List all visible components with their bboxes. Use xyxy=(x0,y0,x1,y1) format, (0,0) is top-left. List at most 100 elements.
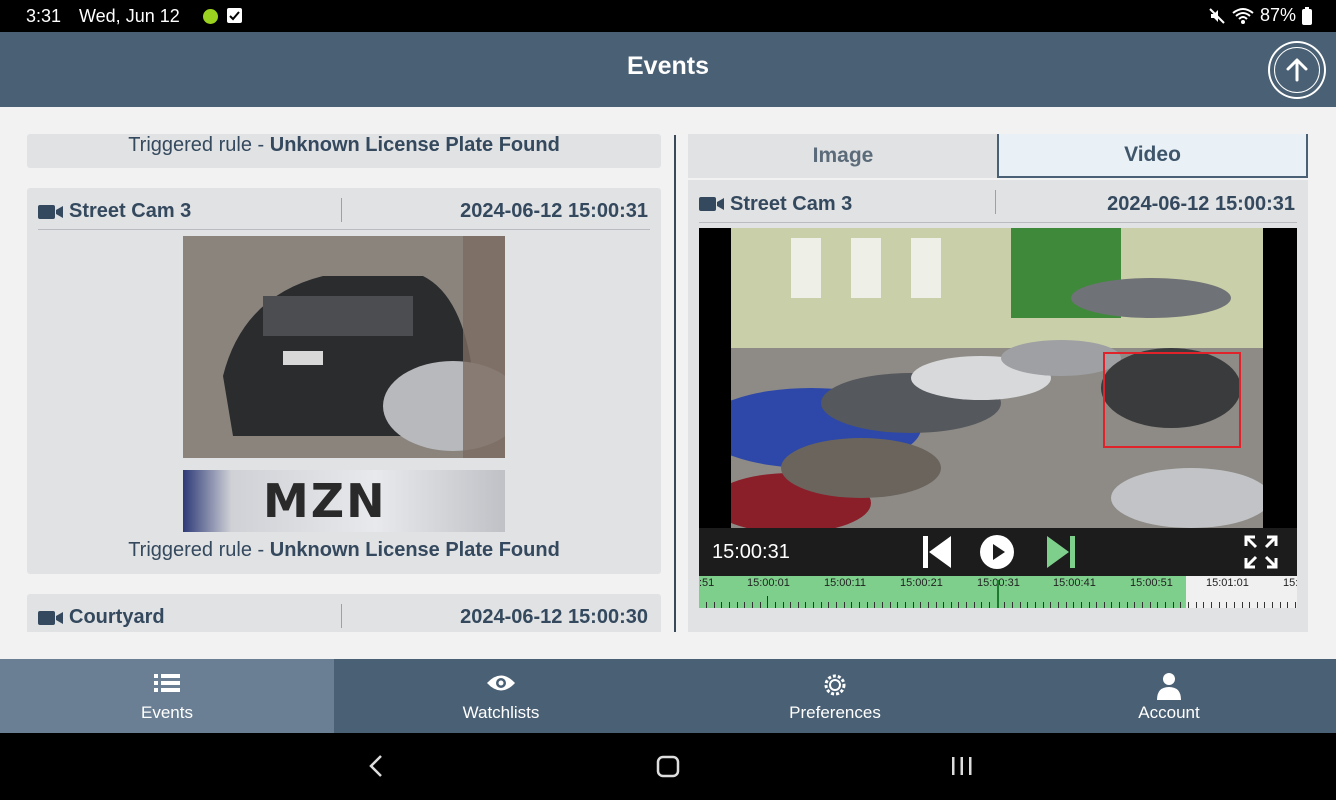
timeline-tick xyxy=(920,602,922,608)
timeline-tick xyxy=(935,602,937,608)
timeline-tick xyxy=(866,602,868,608)
timeline-tick xyxy=(989,602,991,608)
timeline-tick xyxy=(1034,602,1036,608)
timeline-tick xyxy=(943,602,945,608)
timeline-tick xyxy=(1111,602,1113,608)
timeline-tick xyxy=(843,602,845,608)
vehicle-snapshot[interactable] xyxy=(183,236,505,458)
timeline-tick xyxy=(1203,602,1205,608)
timeline-label: :51 xyxy=(699,577,715,589)
timeline-tick xyxy=(874,602,876,608)
video-frame xyxy=(731,228,1263,528)
timeline-tick xyxy=(904,602,906,608)
event-timestamp: 2024-06-12 15:00:31 xyxy=(460,200,648,222)
timeline-tick xyxy=(790,602,792,608)
nav-events[interactable]: Events xyxy=(0,659,334,733)
timeline-label: 15:00:01 xyxy=(747,577,790,589)
status-time: 3:31 xyxy=(26,6,62,26)
timeline-tick xyxy=(966,602,968,608)
timeline-tick xyxy=(1165,602,1166,608)
divider xyxy=(995,190,996,214)
tab-video[interactable]: Video xyxy=(997,134,1308,178)
nav-account[interactable]: Account xyxy=(1002,659,1336,733)
event-card-header: Street Cam 3 2024-06-12 15:00:31 xyxy=(38,188,650,230)
event-timestamp: 2024-06-12 15:00:31 xyxy=(1107,193,1295,215)
timeline-label: 15:00:11 xyxy=(824,577,867,589)
timeline-label: 15:00:41 xyxy=(1053,577,1096,589)
timeline-tick xyxy=(927,602,929,608)
timeline-tick xyxy=(1050,602,1052,608)
camera-name: Street Cam 3 xyxy=(730,193,853,215)
page-title: Events xyxy=(627,52,709,80)
nav-watchlists[interactable]: Watchlists xyxy=(334,659,668,733)
timeline-tick xyxy=(1119,602,1121,608)
timeline-tick xyxy=(1195,602,1197,608)
timeline-tick xyxy=(767,596,769,608)
timeline-tick xyxy=(1256,602,1258,608)
video-camera-icon xyxy=(38,611,63,625)
video-timeline[interactable]: :51 15:00:01 15:00:11 15:00:21 15:00:31 … xyxy=(699,576,1297,608)
timeline-label: 15:00:21 xyxy=(900,577,943,589)
event-card[interactable]: Street Cam 3 2024-06-12 15:00:31 MZN Tri… xyxy=(27,188,661,574)
timeline-tick xyxy=(1180,602,1182,608)
nav-preferences[interactable]: Preferences xyxy=(668,659,1002,733)
gear-icon xyxy=(824,674,846,696)
timeline-playhead[interactable] xyxy=(997,580,999,608)
tab-image[interactable]: Image xyxy=(688,134,998,178)
timeline-tick xyxy=(1218,602,1220,608)
timeline-tick xyxy=(1019,602,1021,608)
scroll-to-top-button[interactable] xyxy=(1270,43,1324,97)
video-player[interactable] xyxy=(699,228,1297,528)
home-icon[interactable] xyxy=(656,753,680,779)
panel-divider xyxy=(674,135,676,632)
timeline-tick xyxy=(1103,602,1105,608)
person-icon xyxy=(1157,673,1181,700)
timeline-tick xyxy=(1096,602,1098,608)
status-dot-icon xyxy=(203,9,218,24)
timeline-tick xyxy=(805,602,807,608)
timeline-tick xyxy=(820,602,822,608)
timeline-tick xyxy=(728,602,730,608)
timeline-tick xyxy=(1226,602,1228,608)
timeline-tick xyxy=(1279,602,1281,608)
triggered-rule-text: Triggered rule - Unknown License Plate F… xyxy=(128,134,560,156)
camera-name: Street Cam 3 xyxy=(69,200,192,222)
timeline-label: 15: xyxy=(1283,577,1297,589)
timeline-tick xyxy=(1157,602,1159,608)
arrow-up-icon xyxy=(1275,48,1319,92)
video-panel-header: Street Cam 3 2024-06-12 15:00:31 xyxy=(699,180,1297,223)
event-list[interactable]: Triggered rule - Unknown License Plate F… xyxy=(27,134,661,632)
license-plate-crop[interactable]: MZN xyxy=(183,470,505,532)
fullscreen-icon[interactable] xyxy=(1243,534,1279,570)
play-icon[interactable] xyxy=(979,534,1015,570)
timeline-tick xyxy=(774,602,776,608)
timeline-tick xyxy=(1012,602,1013,608)
nav-label: Preferences xyxy=(789,703,881,722)
timeline-tick xyxy=(721,602,723,608)
camera-name: Courtyard xyxy=(69,606,165,628)
timeline-tick xyxy=(1004,602,1006,608)
detection-bounding-box xyxy=(1103,352,1241,448)
nav-label: Watchlists xyxy=(462,703,540,722)
event-card[interactable]: Courtyard 2024-06-12 15:00:30 xyxy=(27,594,661,632)
divider xyxy=(341,198,342,222)
event-card[interactable]: Triggered rule - Unknown License Plate F… xyxy=(27,134,661,168)
timeline-tick xyxy=(1088,602,1090,608)
eye-icon xyxy=(487,675,515,691)
bottom-navigation: Events Watchlists Preferences Account xyxy=(0,659,1336,733)
timeline-tick xyxy=(1042,602,1044,608)
video-panel: Street Cam 3 2024-06-12 15:00:31 15:00:3… xyxy=(688,180,1308,632)
timeline-tick xyxy=(759,602,761,608)
video-camera-icon xyxy=(38,205,63,219)
event-timestamp: 2024-06-12 15:00:30 xyxy=(460,606,648,628)
back-icon[interactable] xyxy=(366,753,386,779)
timeline-tick xyxy=(981,602,983,608)
skip-previous-icon[interactable] xyxy=(921,534,953,570)
status-date: Wed, Jun 12 xyxy=(79,6,180,26)
timeline-tick xyxy=(813,602,815,608)
media-tabs: Image Video xyxy=(688,134,1308,178)
skip-next-icon[interactable] xyxy=(1045,534,1077,570)
recents-icon[interactable] xyxy=(950,753,974,779)
timeline-tick xyxy=(889,602,891,608)
timeline-tick xyxy=(1241,602,1243,608)
